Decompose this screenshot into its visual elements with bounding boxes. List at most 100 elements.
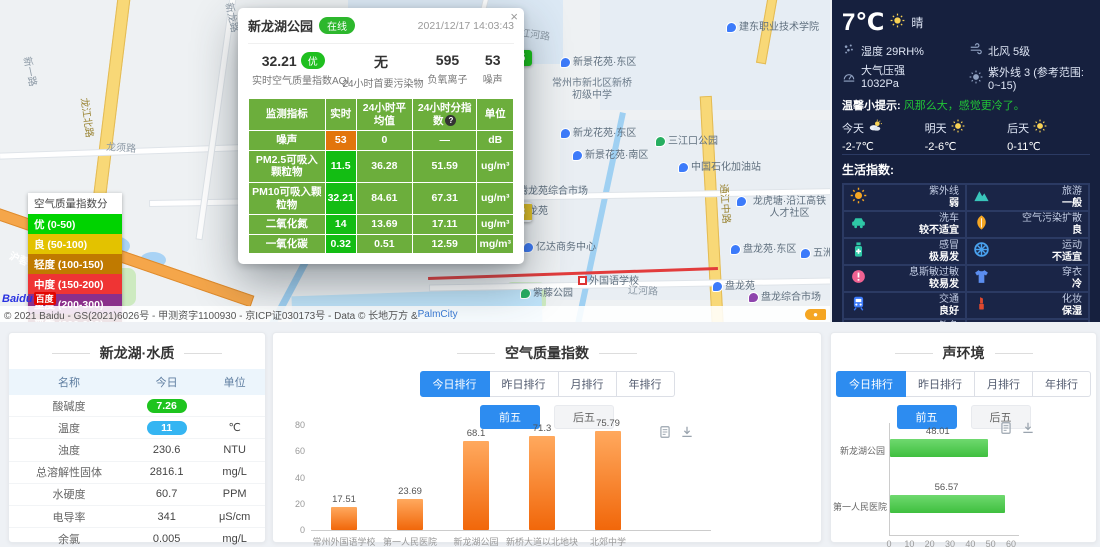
bar bbox=[529, 436, 555, 530]
shirt-icon bbox=[973, 268, 990, 290]
aqi-tabs: 今日排行昨日排行月排行年排行 bbox=[273, 371, 821, 397]
popup-table-cell: ug/m³ bbox=[477, 215, 514, 235]
popup-table-header-cell: 24小时分指数? bbox=[412, 99, 477, 131]
fish-icon bbox=[850, 322, 867, 323]
bar-value-label: 68.1 bbox=[467, 428, 486, 439]
popup-table-cell: 0 bbox=[356, 131, 412, 151]
life-index-name: 空气污染扩散 bbox=[1022, 213, 1082, 225]
x-axis-tick: 40 bbox=[962, 539, 978, 547]
water-param-value: 230.6 bbox=[129, 439, 204, 461]
weather-icon bbox=[868, 119, 882, 136]
water-table-row: 水硬度60.7PPM bbox=[9, 483, 265, 505]
water-param-value: 60.7 bbox=[129, 483, 204, 505]
forecast-day-label: 明天 bbox=[925, 119, 1008, 136]
popup-stat-value: 无 bbox=[342, 52, 419, 72]
popup-table-cell: 0.51 bbox=[356, 234, 412, 254]
baidu-map[interactable]: 常工院辽河路校区-体育馆新一路龙江北路沪蓉高速龙须路新龙路天合路红河路三江口公园… bbox=[0, 0, 830, 322]
aqi-tab-月排行[interactable]: 月排行 bbox=[559, 371, 617, 397]
tip-text: 风那么大，感觉更冷了。 bbox=[904, 100, 1025, 112]
sound-tab-今日排行[interactable]: 今日排行 bbox=[836, 371, 906, 397]
life-index-name: 运动 bbox=[1052, 240, 1082, 252]
life-index-name: 钓鱼 bbox=[929, 321, 959, 322]
map-label: 中国石化加油站 bbox=[678, 162, 761, 174]
navinfo-logo: ● bbox=[805, 309, 826, 320]
sound-tab-昨日排行[interactable]: 昨日排行 bbox=[906, 371, 975, 397]
life-index-name: 穿衣 bbox=[1062, 267, 1082, 279]
popup-table-body: 噪声530—dBPM2.5可吸入颗粒物11.536.2851.59ug/m³PM… bbox=[249, 131, 514, 254]
x-axis-tick: 10 bbox=[901, 539, 917, 547]
popup-table-cell: ug/m³ bbox=[477, 150, 514, 182]
popup-table-cell: 0.32 bbox=[325, 234, 356, 254]
lipstick-icon bbox=[973, 295, 990, 317]
metro-station-icon bbox=[578, 276, 587, 285]
dashboard: 常工院辽河路校区-体育馆新一路龙江北路沪蓉高速龙须路新龙路天合路红河路三江口公园… bbox=[0, 0, 1100, 547]
water-table-header-cell: 单位 bbox=[204, 369, 265, 395]
life-index-cell: 洗车较不适宜 bbox=[843, 211, 966, 238]
life-index-text: 旅游一般 bbox=[1062, 186, 1082, 209]
popup-table-cell: 36.28 bbox=[356, 150, 412, 182]
y-axis-tick: 40 bbox=[281, 473, 305, 483]
map-label: 三江口公园 bbox=[655, 136, 718, 148]
map-label: 紫藤公园 bbox=[520, 288, 573, 300]
bar bbox=[595, 431, 621, 530]
bar bbox=[397, 499, 423, 530]
legend-item: 优 (0-50) bbox=[28, 214, 122, 234]
popup-table-cell: 11.5 bbox=[325, 150, 356, 182]
baidu-logo-text: Baidu bbox=[2, 293, 33, 305]
forecast-row: 今天-2-7℃明天-2-6℃后天0-11℃ bbox=[842, 119, 1090, 153]
aqi-tab-今日排行[interactable]: 今日排行 bbox=[420, 371, 490, 397]
y-axis-category-label: 新龙湖公园 bbox=[833, 444, 885, 457]
life-index-name: 息斯敏过敏 bbox=[909, 267, 959, 279]
popup-table-cell: 67.31 bbox=[412, 182, 477, 214]
popup-table-cell: mg/m³ bbox=[477, 234, 514, 254]
water-table-row: 余氯0.005mg/L bbox=[9, 528, 265, 547]
life-index-name: 感冒 bbox=[929, 240, 959, 252]
popup-table-cell: 噪声 bbox=[249, 131, 326, 151]
poi-icon bbox=[560, 128, 571, 139]
life-index-value: 极易发 bbox=[929, 252, 959, 264]
popup-stats: 32.21优实时空气质量指数AQI无24小时首要污染物595负氧离子53噪声 bbox=[248, 43, 514, 90]
info-icon[interactable]: ? bbox=[445, 115, 456, 126]
palmcity-link[interactable]: PalmCity bbox=[418, 309, 458, 320]
water-param-name: 电导率 bbox=[9, 505, 129, 527]
popup-stat-label: 负氧离子 bbox=[428, 71, 468, 86]
water-param-name: 浊度 bbox=[9, 439, 129, 461]
life-index-value: 较易发 bbox=[909, 279, 959, 291]
bar-value-label: 75.79 bbox=[596, 418, 620, 429]
aqi-chart-card: 空气质量指数 今日排行昨日排行月排行年排行 前五后五 02040608017.5… bbox=[272, 332, 822, 543]
poi-icon bbox=[523, 242, 534, 253]
close-icon[interactable]: × bbox=[510, 10, 518, 23]
sound-tab-月排行[interactable]: 月排行 bbox=[975, 371, 1033, 397]
life-index-text: 感冒极易发 bbox=[929, 240, 959, 263]
sound-tab-年排行[interactable]: 年排行 bbox=[1033, 371, 1091, 397]
map-label: 龙江北路 bbox=[78, 97, 95, 138]
water-param-unit: mg/L bbox=[204, 528, 265, 547]
life-index-name: 旅游 bbox=[1062, 186, 1082, 198]
water-param-unit: ℃ bbox=[204, 417, 265, 439]
life-index-cell: 空气污染扩散良 bbox=[966, 211, 1089, 238]
sound-bar-chart: 0102030405060新龙湖公园48.01第一人民医院56.57 bbox=[831, 417, 1098, 542]
popup-table-header-cell: 24小时平均值 bbox=[356, 99, 412, 131]
map-label: 盘龙综合市场 bbox=[748, 292, 821, 304]
water-param-unit: μS/cm bbox=[204, 505, 265, 527]
aqi-tab-昨日排行[interactable]: 昨日排行 bbox=[490, 371, 559, 397]
life-index-value: 保湿 bbox=[1062, 306, 1082, 318]
popup-table-header-cell: 监测指标 bbox=[249, 99, 326, 131]
life-index-cell: 感冒极易发 bbox=[843, 238, 966, 265]
station-popup: × 新龙湖公园 在线 2021/12/17 14:03:43 32.21优实时空… bbox=[238, 8, 524, 264]
life-index-cell: 化妆保湿 bbox=[966, 292, 1089, 319]
map-label: 盘龙苑·东区 bbox=[730, 244, 796, 256]
aqi-legend-title: 空气质量指数分 bbox=[28, 193, 122, 214]
sound-chart-card: 声环境 今日排行昨日排行月排行年排行 前五后五 0102030405060新龙湖… bbox=[830, 332, 1097, 543]
bar bbox=[890, 495, 1005, 513]
bar-value-label: 71.3 bbox=[533, 423, 552, 434]
baidu-logo-cn: 百度 bbox=[34, 292, 56, 305]
bottle-icon bbox=[850, 241, 867, 263]
x-axis-category-label: 第一人民医院 bbox=[383, 535, 437, 547]
aqi-tab-年排行[interactable]: 年排行 bbox=[617, 371, 675, 397]
life-index-name: 化妆 bbox=[1062, 294, 1082, 306]
life-index-title: 生活指数: bbox=[842, 154, 1090, 178]
train-icon bbox=[850, 295, 867, 317]
life-index-cell: 旅游一般 bbox=[966, 184, 1089, 211]
life-index-text: 紫外线弱 bbox=[929, 186, 959, 209]
